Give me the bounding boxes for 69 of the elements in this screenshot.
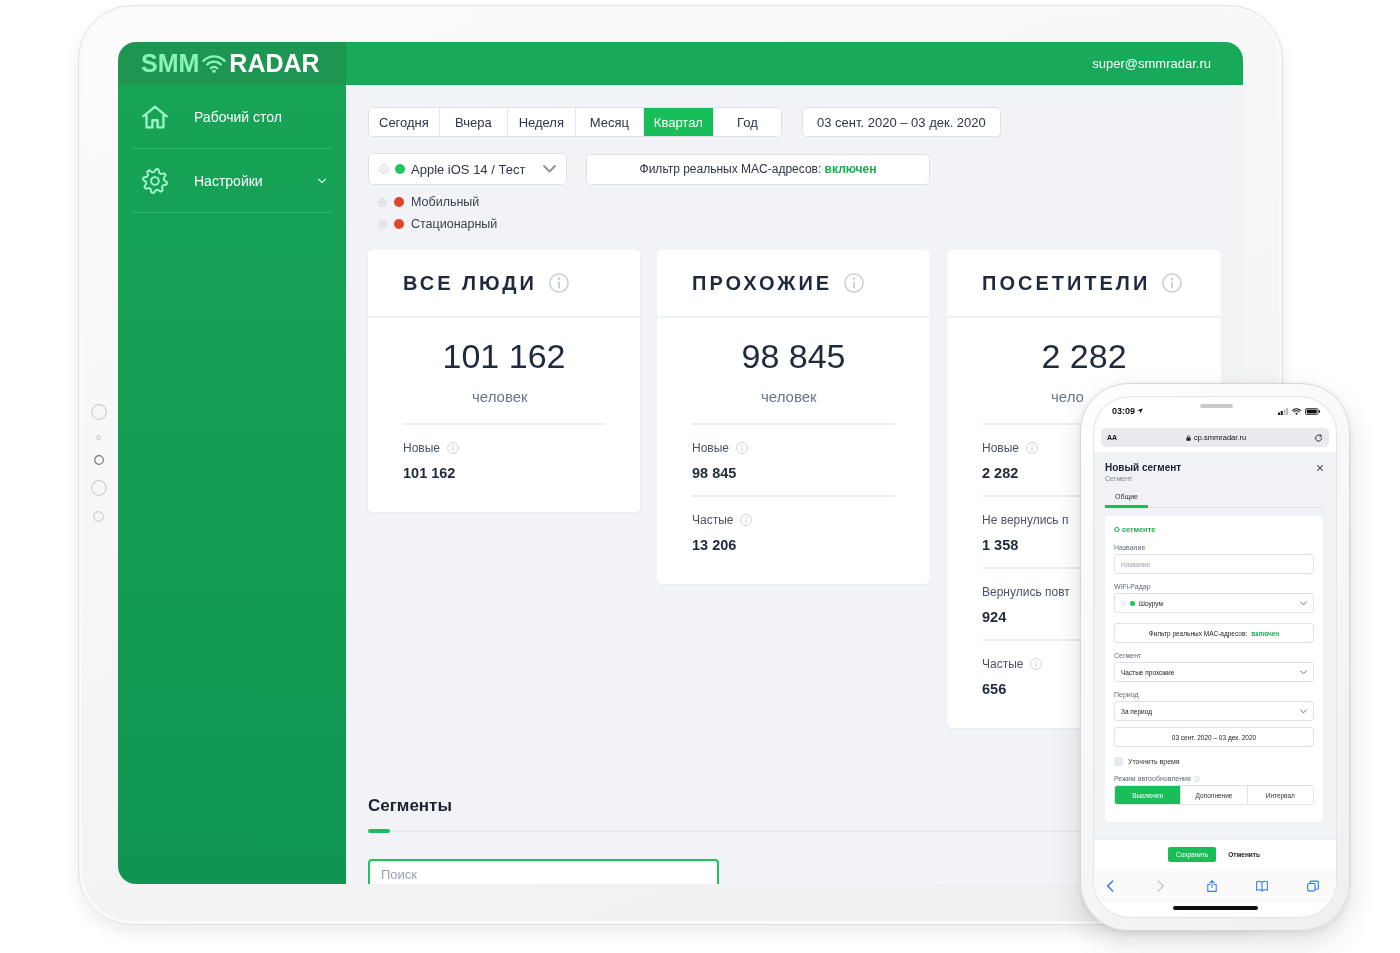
total-count: 98 845: [741, 336, 846, 376]
lock-icon: [1186, 434, 1191, 441]
unit-label: человек: [472, 387, 528, 407]
stat-label: Новые: [403, 441, 440, 455]
section-title: Сегменты: [368, 795, 452, 817]
home-icon: [142, 103, 168, 130]
speaker-icon: [1199, 404, 1233, 408]
chevron-down-icon: [1300, 600, 1307, 606]
book-icon[interactable]: [1256, 879, 1269, 892]
card-title: ПРОХОЖИЕ: [692, 271, 833, 295]
info-icon: [1162, 273, 1183, 293]
unit-label: человек: [761, 387, 817, 407]
info-icon: [548, 273, 569, 293]
stat-label: Частые: [982, 657, 1024, 671]
share-icon[interactable]: [1205, 879, 1218, 892]
gear-icon: [378, 219, 387, 229]
status-time: 03:09: [1112, 406, 1136, 416]
total-count: 101 162: [442, 336, 566, 376]
stat-value: 1 358: [982, 536, 1019, 554]
sensor-icon: [90, 404, 107, 420]
chevron-down-icon: [1300, 708, 1307, 714]
home-indicator[interactable]: [1172, 906, 1258, 910]
battery-icon: [1305, 407, 1320, 415]
stat-label: Новые: [692, 441, 729, 455]
chevron-down-icon: [543, 165, 556, 173]
radar-select[interactable]: Apple iOS 14 / Тест: [368, 153, 567, 185]
stat-value: 924: [982, 608, 1007, 626]
logo-text: RADAR: [229, 49, 320, 78]
stat-label: Не вернулись п: [982, 513, 1069, 527]
sensor-icon: [93, 455, 104, 465]
radar-name[interactable]: Стационарный: [411, 217, 498, 231]
wifi-icon: [1292, 407, 1301, 415]
tab-indicator: [368, 829, 390, 833]
logo-text: SMM: [141, 49, 200, 78]
unit-label: чело: [1051, 387, 1084, 407]
card-title: ВСЕ ЛЮДИ: [403, 271, 537, 295]
gear-icon: [379, 164, 389, 174]
back-icon[interactable]: [1104, 879, 1116, 892]
period-tab[interactable]: Год: [712, 108, 781, 136]
modal-title: Новый сегмент: [1105, 462, 1182, 474]
date-range-button[interactable]: 03 сент. 2020 – 03 дек. 2020: [801, 107, 1001, 137]
gear-icon: [1121, 600, 1126, 606]
stat-label: Частые: [692, 513, 734, 527]
stat-value: 101 162: [403, 464, 456, 482]
filter-toggle-button[interactable]: Фильтр реальных MAC-адресов: включен: [586, 153, 930, 185]
sensor-icon: [90, 480, 107, 496]
signal-icon: [1278, 407, 1288, 415]
stat-value: 2 282: [982, 464, 1019, 482]
search-field[interactable]: Поиск: [368, 859, 719, 884]
sensor-icon: [96, 435, 101, 440]
stat-value: 13 206: [692, 536, 737, 554]
total-count: 2 282: [1041, 336, 1127, 376]
gear-icon: [378, 197, 387, 207]
reload-icon[interactable]: [1315, 433, 1323, 442]
close-icon[interactable]: [1317, 465, 1323, 471]
stat-label: Новые: [982, 441, 1019, 455]
wifi-icon: [202, 54, 227, 73]
location-arrow-icon: [1137, 408, 1144, 414]
checkbox[interactable]: [1114, 757, 1123, 766]
info-icon: [844, 273, 865, 293]
chevron-down-icon: [1300, 669, 1307, 675]
stat-value: 656: [982, 680, 1007, 698]
stat-value: 98 845: [692, 464, 737, 482]
card-title: ПОСЕТИТЕЛИ: [982, 271, 1151, 295]
tabs-icon[interactable]: [1307, 879, 1319, 892]
stat-label: Вернулись повт: [982, 585, 1070, 599]
gear-icon: [142, 167, 168, 194]
sensor-icon: [93, 511, 104, 522]
radar-name[interactable]: Мобильный: [411, 195, 480, 209]
